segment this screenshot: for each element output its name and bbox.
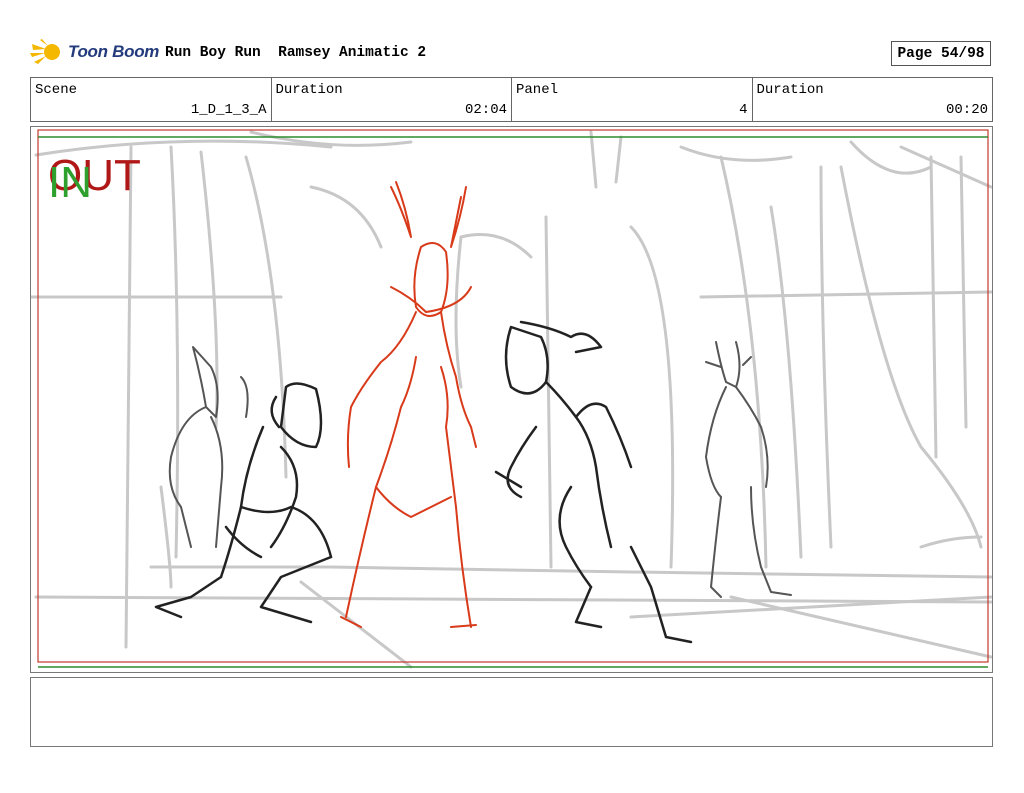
right-bg-creature-sketch (705, 341, 792, 598)
project-title: Run Boy Run Ramsey Animatic 2 (165, 45, 427, 61)
panel-sketch: OUT IN (31, 129, 992, 669)
panel-value: 4 (739, 102, 748, 118)
panel-cell: Panel 4 (512, 78, 753, 121)
starburst-icon (30, 39, 60, 64)
scene-duration-value: 02:04 (464, 102, 507, 118)
crouching-figure-sketch (494, 320, 693, 644)
scene-info-row: Scene 1_D_1_3_A Duration 02:04 Panel 4 D… (30, 77, 993, 122)
panel-duration-value: 00:20 (945, 102, 988, 118)
in-marker: IN (48, 158, 92, 207)
notes-box[interactable] (30, 677, 993, 747)
storyboard-header: Toon Boom Run Boy Run Ramsey Animatic 2 … (30, 38, 993, 70)
safe-area-frame-red (37, 129, 989, 663)
background-sketch (31, 130, 992, 669)
storyboard-panel: OUT IN (30, 126, 993, 673)
toon-boom-logo: Toon Boom (30, 38, 160, 70)
panel-duration-cell: Duration 00:20 (753, 78, 993, 121)
left-bg-creature-sketch (168, 346, 249, 548)
scene-value: 1_D_1_3_A (190, 102, 267, 118)
logo-text: Toon Boom (68, 42, 160, 61)
scene-duration-label: Duration (275, 82, 343, 98)
red-figure-sketch (340, 181, 477, 628)
scene-label: Scene (35, 82, 78, 98)
panel-label: Panel (516, 82, 559, 98)
scene-cell: Scene 1_D_1_3_A (31, 78, 272, 121)
panel-duration-label: Duration (756, 82, 824, 98)
scene-duration-cell: Duration 02:04 (272, 78, 512, 121)
page-indicator: Page 54/98 (891, 41, 991, 66)
